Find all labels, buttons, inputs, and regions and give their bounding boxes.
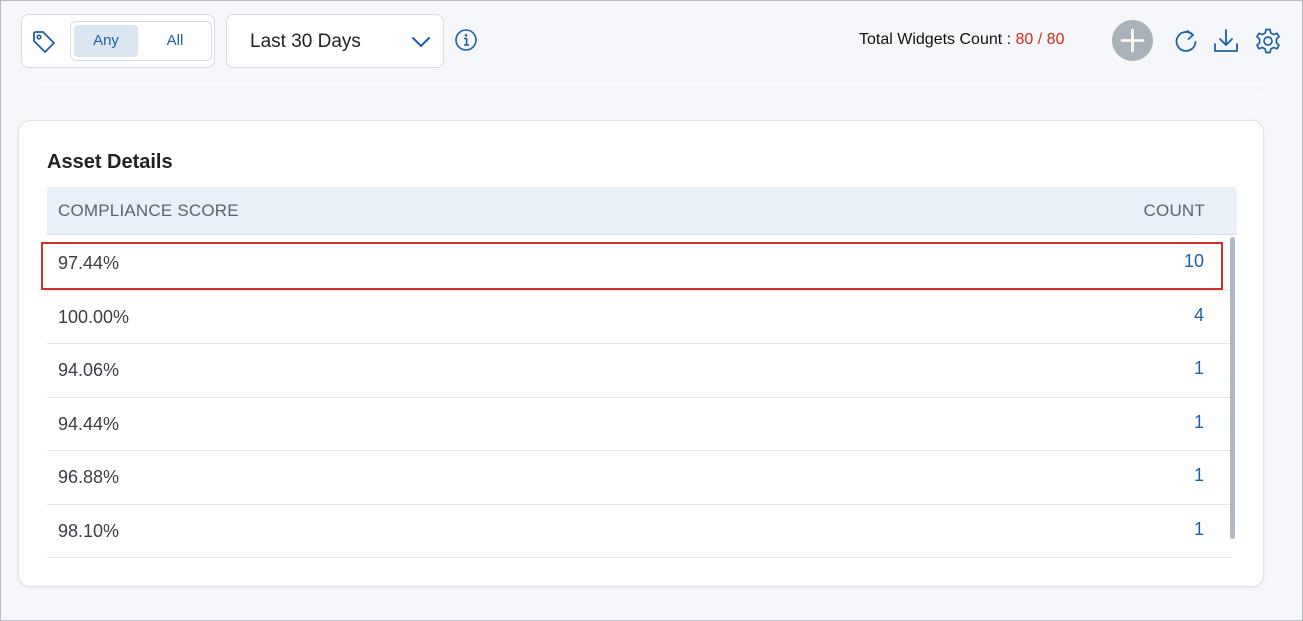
tag-match-any-option[interactable]: Any	[74, 25, 138, 57]
compliance-score-cell: 96.88%	[58, 467, 120, 487]
gear-icon[interactable]	[1254, 27, 1282, 55]
compliance-score-cell: 100.00%	[58, 306, 130, 327]
info-icon[interactable]	[454, 28, 478, 52]
tag-filter: Any All	[21, 14, 215, 68]
toolbar-divider	[41, 87, 1261, 90]
download-icon[interactable]	[1212, 27, 1240, 55]
add-widget-button[interactable]	[1112, 20, 1153, 61]
compliance-score-cell: 94.06%	[58, 360, 120, 380]
widget-title: Asset Details	[47, 151, 173, 173]
compliance-score-cell: 94.44%	[58, 413, 120, 434]
count-link[interactable]: 1	[1194, 358, 1204, 379]
refresh-icon[interactable]	[1172, 27, 1200, 55]
date-range-select[interactable]: Last 30 Days	[226, 14, 444, 68]
count-link[interactable]: 1	[1194, 412, 1204, 433]
asset-details-widget: Asset Details COMPLIANCE SCORE COUNT 97.…	[18, 120, 1264, 587]
widget-count-label: Total Widgets Count :	[859, 31, 1012, 48]
table-body: 97.44% 10 100.00% 4 94.06% 1 94.44% 1 96…	[47, 237, 1232, 558]
table-row: 94.44% 1	[47, 398, 1232, 451]
table-row: 94.06% 1	[47, 344, 1232, 398]
count-link[interactable]: 1	[1194, 519, 1204, 540]
widget-count: Total Widgets Count : 80 / 80	[859, 31, 1064, 49]
table-row: 96.88% 1	[47, 451, 1232, 505]
table-row: 100.00% 4	[47, 291, 1232, 344]
plus-icon	[1120, 28, 1145, 53]
column-header-compliance-score[interactable]: COMPLIANCE SCORE	[58, 201, 239, 221]
count-link[interactable]: 10	[1184, 251, 1204, 272]
dashboard-frame: Any All Last 30 Days Total Widgets Count…	[0, 0, 1303, 621]
tag-match-all-option[interactable]: All	[143, 25, 207, 57]
widget-count-value: 80 / 80	[1015, 31, 1065, 48]
compliance-score-cell: 98.10%	[58, 520, 120, 541]
date-range-value: Last 30 Days	[250, 31, 361, 52]
tag-match-toggle: Any All	[70, 21, 212, 61]
count-link[interactable]: 4	[1194, 305, 1204, 326]
table-row: 98.10% 1	[47, 505, 1232, 558]
table-header: COMPLIANCE SCORE COUNT	[47, 187, 1237, 235]
chevron-down-icon	[412, 37, 430, 47]
compliance-score-cell: 97.44%	[58, 253, 120, 273]
table-row: 97.44% 10	[47, 237, 1232, 291]
tag-icon[interactable]	[31, 29, 57, 55]
count-link[interactable]: 1	[1194, 465, 1204, 486]
column-header-count[interactable]: COUNT	[1144, 201, 1205, 221]
table-scrollbar[interactable]	[1230, 237, 1235, 539]
